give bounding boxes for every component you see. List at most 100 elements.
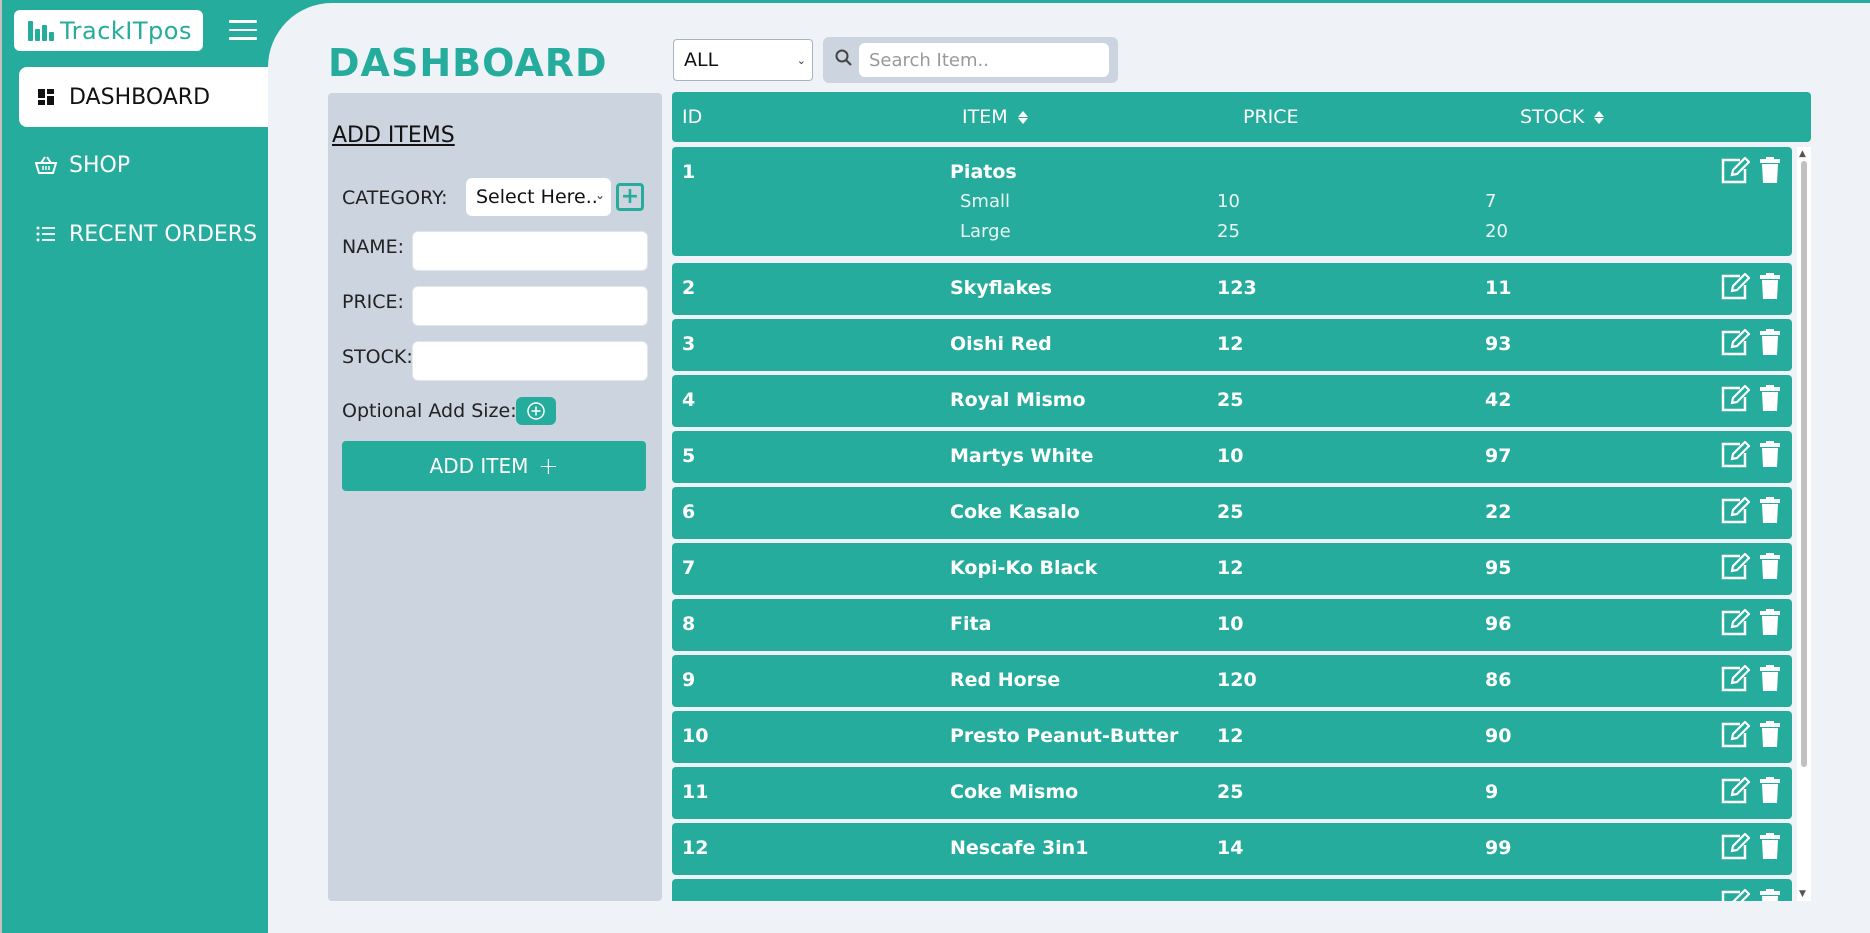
add-item-button[interactable]: ADD ITEM + <box>342 441 646 491</box>
table-row: 6 Coke Kasalo 25 22 <box>672 487 1792 539</box>
row-stock: 86 <box>1485 669 1512 691</box>
row-price: 10 <box>1217 445 1244 467</box>
edit-icon[interactable] <box>1720 608 1751 642</box>
row-item: Skyflakes <box>950 277 1052 299</box>
row-actions <box>1720 156 1780 190</box>
row-stock: 90 <box>1485 725 1512 747</box>
scroll-up-arrow-icon[interactable]: ▲ <box>1799 149 1806 159</box>
edit-icon[interactable] <box>1720 776 1751 810</box>
trash-icon[interactable] <box>1760 609 1780 642</box>
sidebar-item-label: DASHBOARD <box>69 84 211 110</box>
trash-icon[interactable] <box>1760 665 1780 698</box>
add-items-title: ADD ITEMS <box>332 123 455 148</box>
search-input[interactable]: Search Item.. <box>859 43 1109 77</box>
row-actions <box>1720 552 1780 586</box>
edit-icon[interactable] <box>1720 440 1751 474</box>
sort-icon <box>1594 110 1605 124</box>
row-id: 1 <box>682 161 696 183</box>
edit-icon[interactable] <box>1720 552 1751 586</box>
edit-icon[interactable] <box>1720 832 1751 866</box>
hamburger-menu-icon[interactable] <box>229 20 257 42</box>
add-size-button[interactable] <box>516 397 556 425</box>
plus-icon: + <box>538 452 559 480</box>
row-actions <box>1720 328 1780 362</box>
sidebar-item-shop[interactable]: SHOP <box>19 135 279 195</box>
row-stock: 95 <box>1485 557 1512 579</box>
trash-icon[interactable] <box>1760 721 1780 754</box>
row-stock: 97 <box>1485 445 1512 467</box>
table-row: 7 Kopi-Ko Black 12 95 <box>672 543 1792 595</box>
category-select[interactable]: Select Here.. ⌄ <box>466 178 611 216</box>
sort-icon <box>1017 110 1028 124</box>
table-row: 4 Royal Mismo 25 42 <box>672 375 1792 427</box>
trash-icon[interactable] <box>1760 777 1780 810</box>
row-price: 120 <box>1217 669 1257 691</box>
circle-plus-icon <box>527 402 545 420</box>
app-logo[interactable]: TrackITpos <box>14 10 203 51</box>
row-price: 12 <box>1217 333 1244 355</box>
price-label: PRICE: <box>342 291 404 313</box>
row-item: Presto Peanut-Butter <box>950 725 1179 747</box>
category-filter-select[interactable]: ALL ⌄ <box>673 39 813 81</box>
row-id: 5 <box>682 445 696 467</box>
edit-icon[interactable] <box>1720 888 1751 901</box>
edit-icon[interactable] <box>1720 328 1751 362</box>
edit-icon[interactable] <box>1720 156 1751 190</box>
row-stock: 42 <box>1485 389 1512 411</box>
add-category-button[interactable]: + <box>616 183 644 211</box>
stock-label: STOCK: <box>342 346 413 368</box>
trash-icon[interactable] <box>1760 157 1780 190</box>
chevron-down-icon: ⌄ <box>594 188 605 202</box>
edit-icon[interactable] <box>1720 664 1751 698</box>
sidebar-item-recent-orders[interactable]: RECENT ORDERS <box>19 204 279 264</box>
trash-icon[interactable] <box>1760 553 1780 586</box>
row-item: Coke Mismo <box>950 781 1079 803</box>
price-input[interactable] <box>412 286 648 326</box>
sidebar-item-label: SHOP <box>69 152 131 178</box>
category-label: CATEGORY: <box>342 187 448 209</box>
stock-input[interactable] <box>412 341 648 381</box>
name-input[interactable] <box>412 231 648 271</box>
row-stock: 99 <box>1485 837 1512 859</box>
table-header: ID ITEM PRICE STOCK <box>672 92 1811 142</box>
row-item: Nescafe 3in1 <box>950 837 1089 859</box>
row-stock: 22 <box>1485 501 1512 523</box>
column-header-item[interactable]: ITEM <box>962 106 1028 128</box>
table-scrollbar-thumb[interactable] <box>1801 161 1807 767</box>
trash-icon[interactable] <box>1760 273 1780 306</box>
edit-icon[interactable] <box>1720 496 1751 530</box>
edit-icon[interactable] <box>1720 720 1751 754</box>
trash-icon[interactable] <box>1760 833 1780 866</box>
row-price: 12 <box>1217 557 1244 579</box>
trash-icon[interactable] <box>1760 441 1780 474</box>
table-row: 10 Presto Peanut-Butter 12 90 <box>672 711 1792 763</box>
row-id: 3 <box>682 333 696 355</box>
row-actions <box>1720 832 1780 866</box>
trash-icon[interactable] <box>1760 497 1780 530</box>
category-select-value: Select Here.. <box>476 186 598 208</box>
row-price: 25 <box>1217 389 1244 411</box>
chevron-down-icon: ⌄ <box>796 54 806 67</box>
row-id: 12 <box>682 837 709 859</box>
trash-icon[interactable] <box>1760 329 1780 362</box>
edit-icon[interactable] <box>1720 272 1751 306</box>
row-actions <box>1720 664 1780 698</box>
table-row-partial <box>672 879 1792 901</box>
size-stock: 7 <box>1485 191 1497 212</box>
scroll-down-arrow-icon[interactable]: ▼ <box>1799 889 1806 899</box>
row-item: Oishi Red <box>950 333 1052 355</box>
plus-icon: + <box>620 184 640 209</box>
row-id: 7 <box>682 557 696 579</box>
row-price: 123 <box>1217 277 1257 299</box>
row-id: 10 <box>682 725 709 747</box>
sidebar-item-dashboard[interactable]: DASHBOARD <box>19 67 279 127</box>
column-header-id: ID <box>682 106 703 128</box>
row-price: 10 <box>1217 613 1244 635</box>
trash-icon[interactable] <box>1760 889 1780 901</box>
column-header-stock[interactable]: STOCK <box>1520 106 1605 128</box>
table-body: 1 Piatos Small 10 7 Large 25 20 2 Skyfla… <box>672 147 1811 901</box>
row-stock: 96 <box>1485 613 1512 635</box>
optional-size-label: Optional Add Size: <box>342 400 517 422</box>
trash-icon[interactable] <box>1760 385 1780 418</box>
edit-icon[interactable] <box>1720 384 1751 418</box>
